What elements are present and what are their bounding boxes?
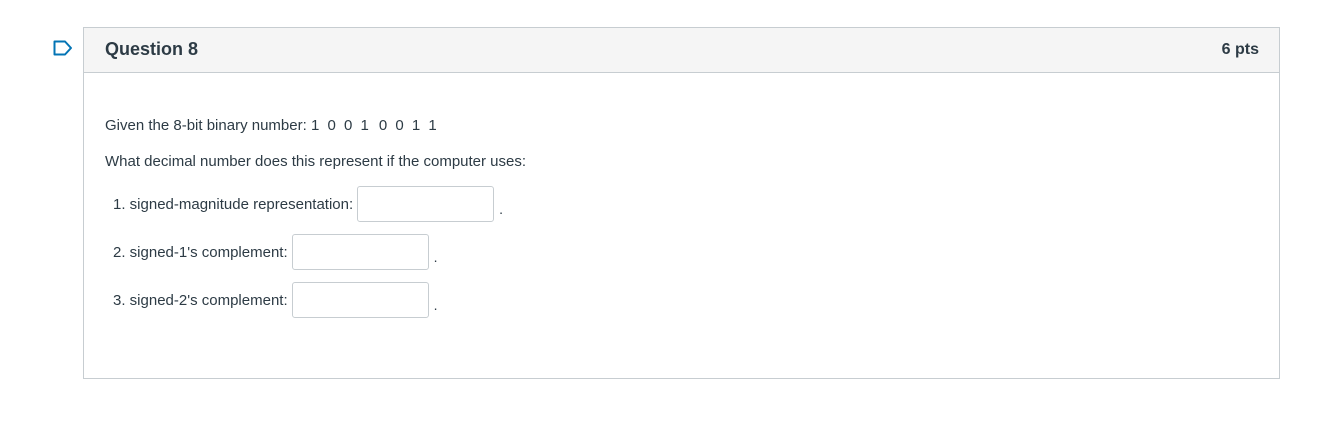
bookmark-flag-icon[interactable] bbox=[53, 40, 73, 56]
answer-label-ones-complement: 2. signed-1's complement: bbox=[113, 243, 288, 261]
answer-row-twos-complement: 3. signed-2's complement: . bbox=[113, 282, 438, 318]
answer-row-signed-magnitude: 1. signed-magnitude representation: . bbox=[113, 186, 503, 222]
binary-second-nibble: 0 0 1 1 bbox=[378, 117, 439, 134]
question-title: Question 8 bbox=[105, 39, 199, 59]
answer-input-signed-magnitude[interactable] bbox=[357, 186, 495, 222]
answer-suffix: . bbox=[433, 297, 438, 313]
question-header: Question 8 6 pts bbox=[84, 28, 1279, 73]
question-points: 6 pts bbox=[1221, 41, 1259, 58]
answer-suffix: . bbox=[499, 201, 504, 217]
binary-number: 1 0 0 1 0 0 1 1 bbox=[311, 117, 439, 134]
quiz-page: Question 8 6 pts Given the 8-bit binary … bbox=[0, 0, 1344, 426]
answer-input-twos-complement[interactable] bbox=[291, 282, 429, 318]
answer-label-twos-complement: 3. signed-2's complement: bbox=[113, 291, 288, 309]
answer-row-ones-complement: 2. signed-1's complement: . bbox=[113, 234, 438, 270]
question-prompt: What decimal number does this represent … bbox=[105, 153, 527, 170]
answer-input-ones-complement[interactable] bbox=[291, 234, 429, 270]
answer-suffix: . bbox=[433, 249, 438, 265]
answer-label-signed-magnitude: 1. signed-magnitude representation: bbox=[113, 195, 354, 213]
binary-first-nibble: 1 0 0 1 bbox=[310, 117, 371, 134]
given-text: Given the 8-bit binary number: 1 0 0 1 0 … bbox=[105, 117, 439, 134]
given-prefix: Given the 8-bit binary number: bbox=[105, 117, 307, 134]
question-card: Question 8 6 pts Given the 8-bit binary … bbox=[83, 27, 1280, 379]
